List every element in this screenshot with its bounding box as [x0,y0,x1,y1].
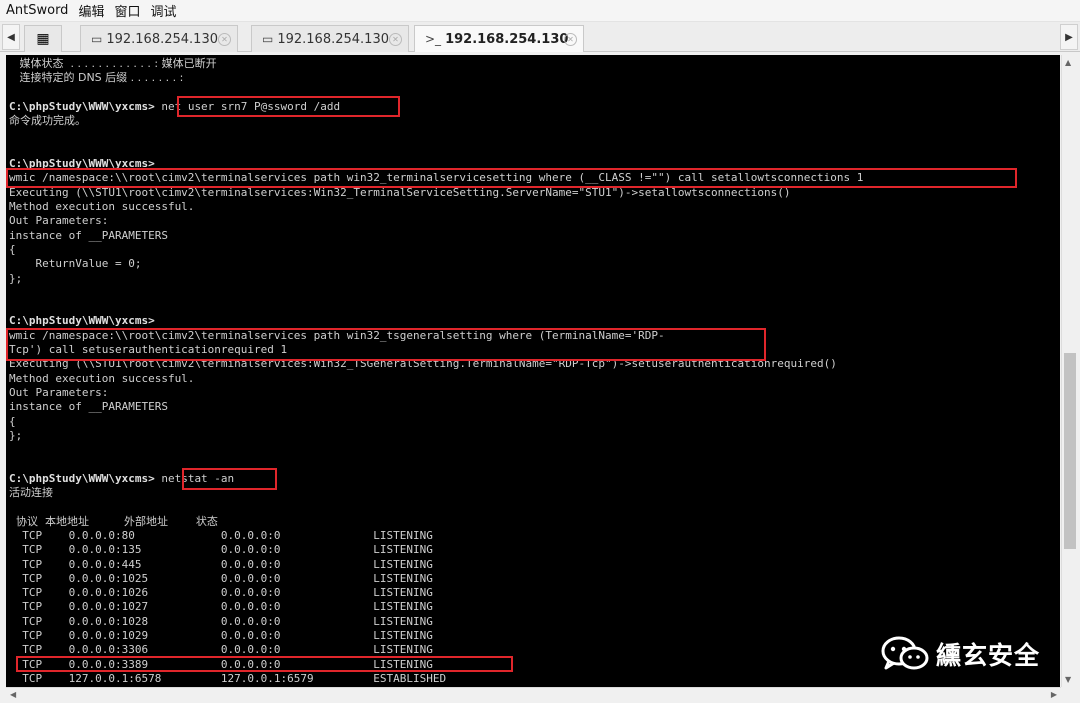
menu-item-window[interactable]: 窗口 [114,1,140,20]
terminal-line: }; [9,271,23,285]
watermark: 纁玄安全 [880,636,1040,672]
menu-item-edit[interactable]: 编辑 [78,1,104,20]
terminal-line: TCP 0.0.0.0:1026 0.0.0.0:0 LISTENING [9,586,433,600]
tab-bar: ◀ ▦ ▭ 192.168.254.130 ✕ ▭ 192.168.254.13… [0,22,1080,52]
tab-terminal[interactable]: >_ 192.168.254.130 ✕ [414,25,584,52]
terminal-line: Out Parameters: [9,385,109,399]
terminal-line: TCP 0.0.0.0:3389 0.0.0.0:0 LISTENING [9,657,433,671]
terminal-line: ReturnValue = 0; [9,257,142,271]
terminal-line: TCP 0.0.0.0:445 0.0.0.0:0 LISTENING [9,557,433,571]
tab-file-manager-2[interactable]: ▭ 192.168.254.130 ✕ [251,25,409,52]
terminal-line: C:\phpStudy\WWW\yxcms> net user srn7 P@s… [9,99,341,113]
terminal-line: 活动连接 [9,486,53,499]
terminal-line: Method execution successful. [9,371,195,385]
terminal-line: C:\phpStudy\WWW\yxcms> netstat -an [9,471,235,485]
terminal-line: instance of __PARAMETERS [9,400,168,414]
tab-grid-icon[interactable]: ▦ [24,25,62,52]
menu-item-debug[interactable]: 调试 [150,1,176,20]
terminal-icon: >_ [425,32,442,46]
scrollbar-thumb[interactable] [1064,353,1076,549]
terminal-line: TCP 0.0.0.0:1028 0.0.0.0:0 LISTENING [9,614,433,628]
folder-icon: ▭ [262,32,274,46]
terminal-line: { [9,414,16,428]
watermark-text: 纁玄安全 [936,641,1041,670]
scroll-left-icon[interactable]: ◀ [10,690,16,699]
app-title[interactable]: AntSword [6,3,68,18]
terminal-line: TCP 0.0.0.0:1027 0.0.0.0:0 LISTENING [9,600,433,614]
tab-scroll-left-icon[interactable]: ◀ [2,24,20,50]
horizontal-scrollbar[interactable]: ◀ ▶ [6,687,1061,703]
close-icon[interactable]: ✕ [389,33,402,46]
terminal-line: Executing (\\STU1\root\cimv2\terminalser… [9,185,791,199]
wechat-icon [881,636,929,670]
tab-file-manager-1[interactable]: ▭ 192.168.254.130 ✕ [80,25,238,52]
terminal-line: Tcp') call setuserauthenticationrequired… [9,343,288,356]
terminal-line: TCP 127.0.0.1:6578 127.0.0.1:6579 ESTABL… [9,671,447,685]
terminal-line: C:\phpStudy\WWW\yxcms> [9,314,155,328]
terminal-line: 连接特定的 DNS 后缀 . . . . . . . : [9,71,184,85]
tab-label: 192.168.254.130 [106,31,218,47]
close-icon[interactable]: ✕ [218,33,231,46]
terminal-line: instance of __PARAMETERS [9,228,168,242]
terminal-line: Method execution successful. [9,200,195,213]
terminal-line: Executing (\\STU1\root\cimv2\terminalser… [9,357,837,371]
terminal-line: 命令成功完成。 [9,114,86,128]
terminal-line: TCP 0.0.0.0:80 0.0.0.0:0 LISTENING [9,528,433,542]
terminal-line: 媒体状态 . . . . . . . . . . . . : 媒体已断开 [9,57,217,70]
terminal-line: Out Parameters: [9,214,109,228]
menu-bar: AntSword 编辑 窗口 调试 [0,0,1080,22]
terminal-line: wmic /namespace:\\root\cimv2\terminalser… [9,171,864,185]
tab-scroll-right-icon[interactable]: ▶ [1060,24,1078,50]
tab-label: 192.168.254.130 [277,31,389,47]
terminal-line: }; [9,428,23,442]
terminal-output[interactable]: 媒体状态 . . . . . . . . . . . . : 媒体已断开 连接特… [6,55,1060,687]
folder-icon: ▭ [91,32,103,46]
scroll-down-icon[interactable]: ▼ [1065,675,1071,684]
tab-label: 192.168.254.130 [445,31,569,47]
vertical-scrollbar[interactable]: ▲ ▼ [1061,55,1078,687]
close-icon[interactable]: ✕ [564,33,577,46]
scroll-up-icon[interactable]: ▲ [1065,58,1071,67]
terminal-line: 协议 本地地址 外部地址 状态 [9,514,218,528]
terminal-line: wmic /namespace:\\root\cimv2\terminalser… [9,328,665,342]
terminal-line: TCP 0.0.0.0:1025 0.0.0.0:0 LISTENING [9,571,433,585]
terminal-line: TCP 0.0.0.0:135 0.0.0.0:0 LISTENING [9,543,433,557]
terminal-line: TCP 0.0.0.0:1029 0.0.0.0:0 LISTENING [9,629,433,642]
terminal-line: { [9,242,16,256]
terminal-line: C:\phpStudy\WWW\yxcms> [9,157,155,171]
terminal-line: TCP 0.0.0.0:3306 0.0.0.0:0 LISTENING [9,643,433,657]
scroll-right-icon[interactable]: ▶ [1051,690,1057,699]
